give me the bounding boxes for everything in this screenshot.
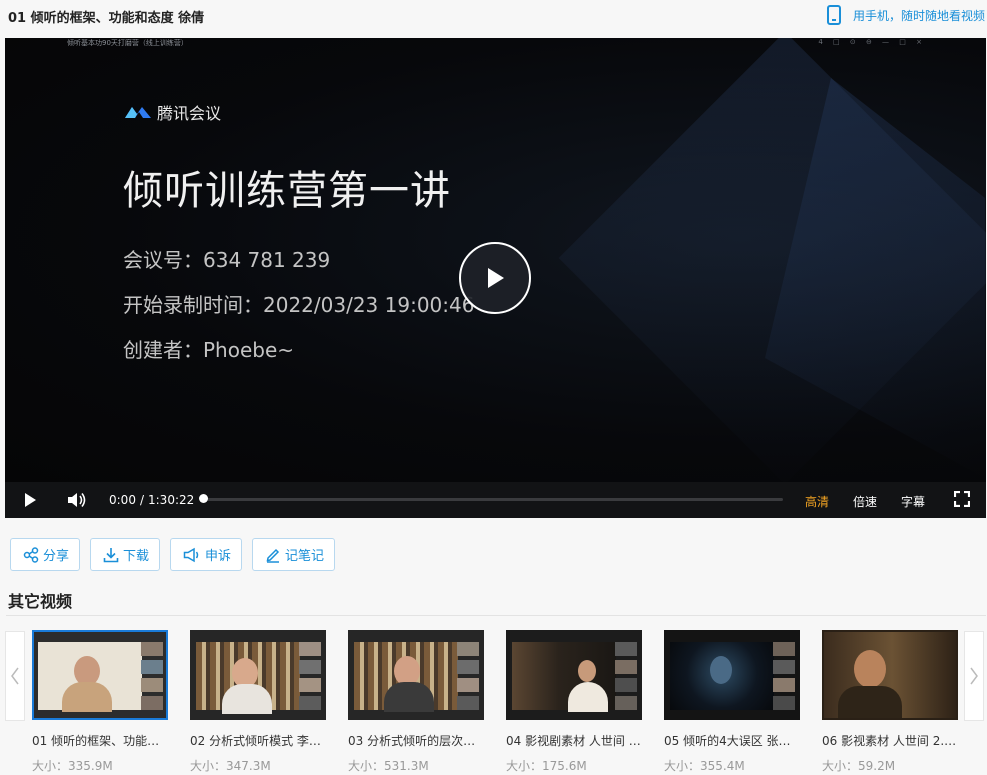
video-card[interactable]: 02 分析式倾听模式 李老师 大小：347.3M [190,630,326,774]
video-thumbnail [822,630,958,720]
video-title: 01 倾听的框架、功能和态度 徐倩 [32,734,168,748]
carousel-next-button[interactable] [964,631,984,721]
tencent-meeting-logo: 腾讯会议 [123,100,221,124]
recording-window-controls: 4 □ ⊙ ⊖ — □ × [818,38,926,46]
page-title: 01 倾听的框架、功能和态度 徐倩 [8,11,205,26]
play-icon [488,268,504,288]
page-header: 01 倾听的框架、功能和态度 徐倩 用手机，随时随地看视频 [0,0,987,32]
watch-on-mobile-link[interactable]: 用手机，随时随地看视频 [826,5,985,25]
time-separator: / [139,493,144,507]
tencent-meeting-icon [125,107,151,118]
chevron-left-icon [11,667,19,685]
subtitles-button[interactable]: 字幕 [901,493,925,510]
current-time: 0:00 [109,493,136,507]
volume-button[interactable] [67,491,87,512]
video-thumbnail [190,630,326,720]
meeting-title: 倾听训练营第一讲 [123,168,451,214]
play-icon [25,493,36,507]
play-button[interactable] [23,492,37,511]
take-notes-button[interactable]: 记笔记 [252,538,336,571]
share-label: 分享 [43,549,70,564]
download-button[interactable]: 下载 [90,538,161,571]
download-icon [103,547,119,562]
video-card[interactable]: 01 倾听的框架、功能和态度 徐倩 大小：335.9M [32,630,168,774]
section-divider [6,615,986,616]
video-thumbnail [664,630,800,720]
share-icon [23,546,39,563]
video-size: 大小：175.6M [506,759,587,773]
big-play-button[interactable] [459,242,531,314]
time-display: 0:00/ 1:30:22 [107,493,196,507]
download-label: 下载 [123,549,150,564]
carousel-prev-button[interactable] [5,631,25,721]
video-title: 05 倾听的4大误区 张老师 [664,734,800,748]
action-bar: 分享 下载 申诉 记笔记 [10,538,345,571]
video-thumbnail [348,630,484,720]
video-title: 02 分析式倾听模式 李老师 [190,734,326,748]
fullscreen-icon [953,490,971,508]
video-frame[interactable]: 倾听基本功90天打磨营（线上训练营） 4 □ ⊙ ⊖ — □ × 腾讯会议 倾听… [5,38,986,485]
phone-icon [826,5,841,25]
tencent-meeting-logo-text: 腾讯会议 [157,104,222,123]
pencil-icon [266,548,280,563]
chevron-right-icon [970,667,978,685]
record-start-time: 开始录制时间：2022/03/23 19:00:46 [123,293,475,317]
progress-bar[interactable] [203,498,783,501]
video-card[interactable]: 04 影视剧素材 人世间 片段 大小：175.6M [506,630,642,774]
video-size: 大小：59.2M [822,759,896,773]
recording-window-title: 倾听基本功90天打磨营（线上训练营） [67,39,188,47]
related-videos-carousel: 01 倾听的框架、功能和态度 徐倩 大小：335.9M 02 分析式倾听模式 李… [0,630,987,775]
video-player[interactable]: 倾听基本功90天打磨营（线上训练营） 4 □ ⊙ ⊖ — □ × 腾讯会议 倾听… [5,38,986,518]
appeal-button[interactable]: 申诉 [170,538,243,571]
video-size: 大小：531.3M [348,759,429,773]
appeal-label: 申诉 [205,549,232,564]
video-size: 大小：335.9M [32,759,113,773]
fullscreen-button[interactable] [953,490,971,510]
share-button[interactable]: 分享 [10,538,81,571]
meeting-creator: 创建者：Phoebe~ [123,338,295,362]
video-card[interactable]: 05 倾听的4大误区 张老师 大小：355.4M [664,630,800,774]
quality-button[interactable]: 高清 [805,493,829,510]
video-title: 04 影视剧素材 人世间 片段 [506,734,642,748]
volume-icon [68,493,86,507]
video-card[interactable]: 06 影视素材 人世间 2.mp4 大小：59.2M [822,630,958,774]
video-title: 06 影视素材 人世间 2.mp4 [822,734,958,748]
watch-on-mobile-label: 用手机，随时随地看视频 [852,8,985,23]
player-control-bar: 0:00/ 1:30:22 高清 倍速 字幕 [5,482,986,518]
video-title: 03 分析式倾听的层次与技巧 [348,734,484,748]
video-thumbnail [32,630,168,720]
meeting-id: 会议号：634 781 239 [123,248,331,272]
duration: 1:30:22 [148,493,195,507]
video-card[interactable]: 03 分析式倾听的层次与技巧 大小：531.3M [348,630,484,774]
megaphone-icon [183,547,199,562]
video-size: 大小：355.4M [664,759,745,773]
other-videos-heading: 其它视频 [8,592,73,611]
video-size: 大小：347.3M [190,759,271,773]
progress-handle[interactable] [199,494,208,503]
speed-button[interactable]: 倍速 [853,493,877,510]
take-notes-label: 记笔记 [285,549,325,564]
video-thumbnail [506,630,642,720]
